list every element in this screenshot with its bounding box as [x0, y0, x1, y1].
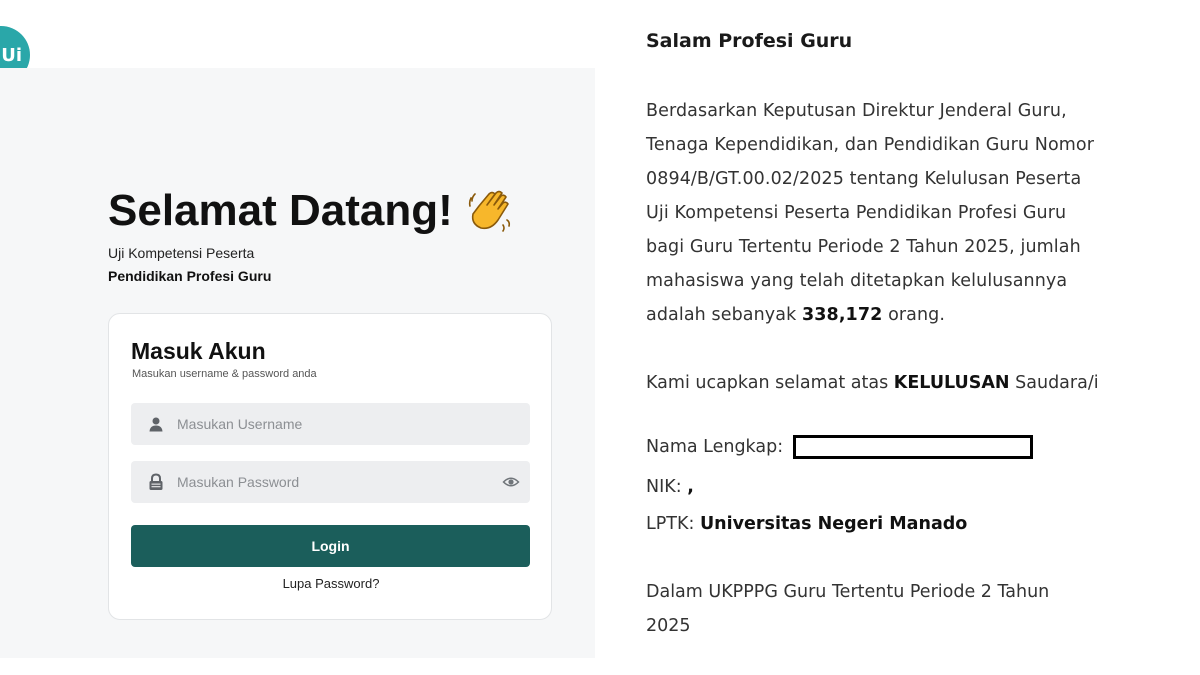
password-input[interactable]: [175, 473, 479, 491]
logo-text: Ui: [1, 44, 22, 66]
closing-text: Dalam UKPPPG Guru Tertentu Periode 2 Tah…: [646, 575, 1049, 643]
paragraph-line: mahasiswa yang telah ditetapkan kelulusa…: [646, 271, 1068, 291]
nik-value: ,: [687, 477, 694, 497]
login-button[interactable]: Login: [131, 525, 530, 567]
congrats-suffix: Saudara/i: [1009, 373, 1099, 393]
paragraph-line: Tenaga Kependidikan, dan Pendidikan Guru…: [646, 135, 1095, 155]
paragraph-line: 0894/B/GT.00.02/2025 tentang Kelulusan P…: [646, 169, 1082, 189]
password-field[interactable]: [131, 461, 530, 503]
closing-line: Dalam UKPPPG Guru Tertentu Periode 2 Tah…: [646, 582, 1050, 602]
eye-icon[interactable]: [502, 473, 520, 491]
paragraph-line: Uji Kompetensi Peserta Pendidikan Profes…: [646, 203, 1067, 223]
congrats-prefix: Kami ucapkan selamat atas: [646, 373, 894, 393]
name-label: Nama Lengkap:: [646, 437, 784, 457]
closing-line: 2025: [646, 616, 691, 636]
nik-row: NIK: ,: [646, 472, 694, 502]
paragraph-line: Berdasarkan Keputusan Direktur Jenderal …: [646, 101, 1067, 121]
announcement-paragraph: Berdasarkan Keputusan Direktur Jenderal …: [646, 94, 1194, 332]
user-icon: [147, 415, 165, 433]
paragraph-line: bagi Guru Tertentu Periode 2 Tahun 2025,…: [646, 237, 1081, 257]
login-card: Masuk Akun Masukan username & password a…: [108, 313, 552, 620]
card-subtitle: Masukan username & password anda: [132, 368, 317, 380]
username-field[interactable]: [131, 403, 530, 445]
username-input[interactable]: [175, 415, 479, 433]
graduate-count: 338,172: [801, 305, 883, 325]
congrats-line: Kami ucapkan selamat atas KELULUSAN Saud…: [646, 368, 1099, 398]
congrats-bold: KELULUSAN: [893, 373, 1010, 393]
last-line-suffix: orang.: [882, 305, 946, 325]
last-line-prefix: adalah sebanyak: [646, 305, 802, 325]
announcement-greeting: Salam Profesi Guru: [646, 30, 853, 52]
lock-icon: [147, 473, 165, 491]
welcome-heading: Selamat Datang!: [108, 186, 515, 236]
lptk-value: Universitas Negeri Manado: [699, 514, 968, 534]
redacted-name-box: [792, 435, 1033, 459]
card-title: Masuk Akun: [131, 338, 266, 364]
forgot-password-link[interactable]: Lupa Password?: [109, 576, 553, 591]
nik-label: NIK:: [646, 477, 682, 497]
welcome-heading-text: Selamat Datang!: [108, 186, 453, 235]
paragraph-last-line: adalah sebanyak 338,172 orang.: [646, 298, 1194, 332]
lptk-row: LPTK: Universitas Negeri Manado: [646, 509, 967, 539]
waving-hand-icon: [468, 190, 510, 232]
name-row: Nama Lengkap:: [646, 432, 1033, 462]
lptk-label: LPTK:: [646, 514, 695, 534]
login-subtitle-line2: Pendidikan Profesi Guru: [108, 268, 272, 284]
login-subtitle-line1: Uji Kompetensi Peserta: [108, 245, 255, 261]
